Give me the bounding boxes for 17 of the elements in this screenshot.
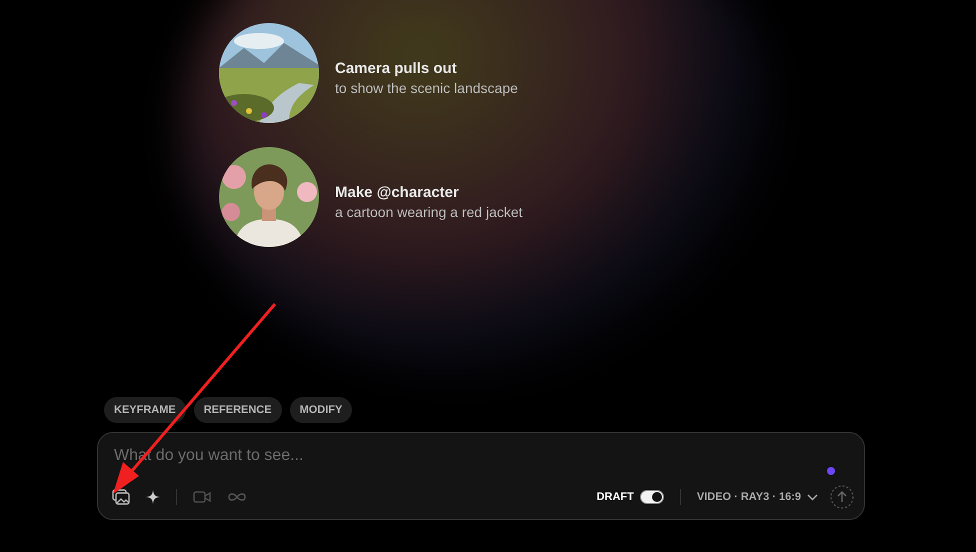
- draft-toggle[interactable]: [640, 490, 664, 504]
- suggestion-title[interactable]: Make @character: [335, 184, 523, 201]
- suggestion-title[interactable]: Camera pulls out: [335, 60, 518, 77]
- suggestion-subtitle: to show the scenic landscape: [335, 80, 518, 96]
- chevron-icon: [807, 494, 818, 500]
- video-camera-icon[interactable]: [193, 491, 211, 503]
- image-icon[interactable]: [112, 489, 130, 505]
- sparkle-icon[interactable]: [146, 490, 160, 504]
- draft-label: DRAFT: [596, 491, 634, 503]
- status-dot: [827, 467, 835, 475]
- mode-chip[interactable]: KEYFRAME: [104, 397, 186, 423]
- mode-chip[interactable]: REFERENCE: [194, 397, 282, 423]
- infinity-icon[interactable]: [227, 492, 247, 502]
- mode-chip[interactable]: MODIFY: [290, 397, 352, 423]
- suggestion-subtitle: a cartoon wearing a red jacket: [335, 204, 523, 220]
- settings-dropdown[interactable]: VIDEO · RAY3 · 16:9: [696, 491, 818, 503]
- upload-icon[interactable]: [830, 485, 854, 509]
